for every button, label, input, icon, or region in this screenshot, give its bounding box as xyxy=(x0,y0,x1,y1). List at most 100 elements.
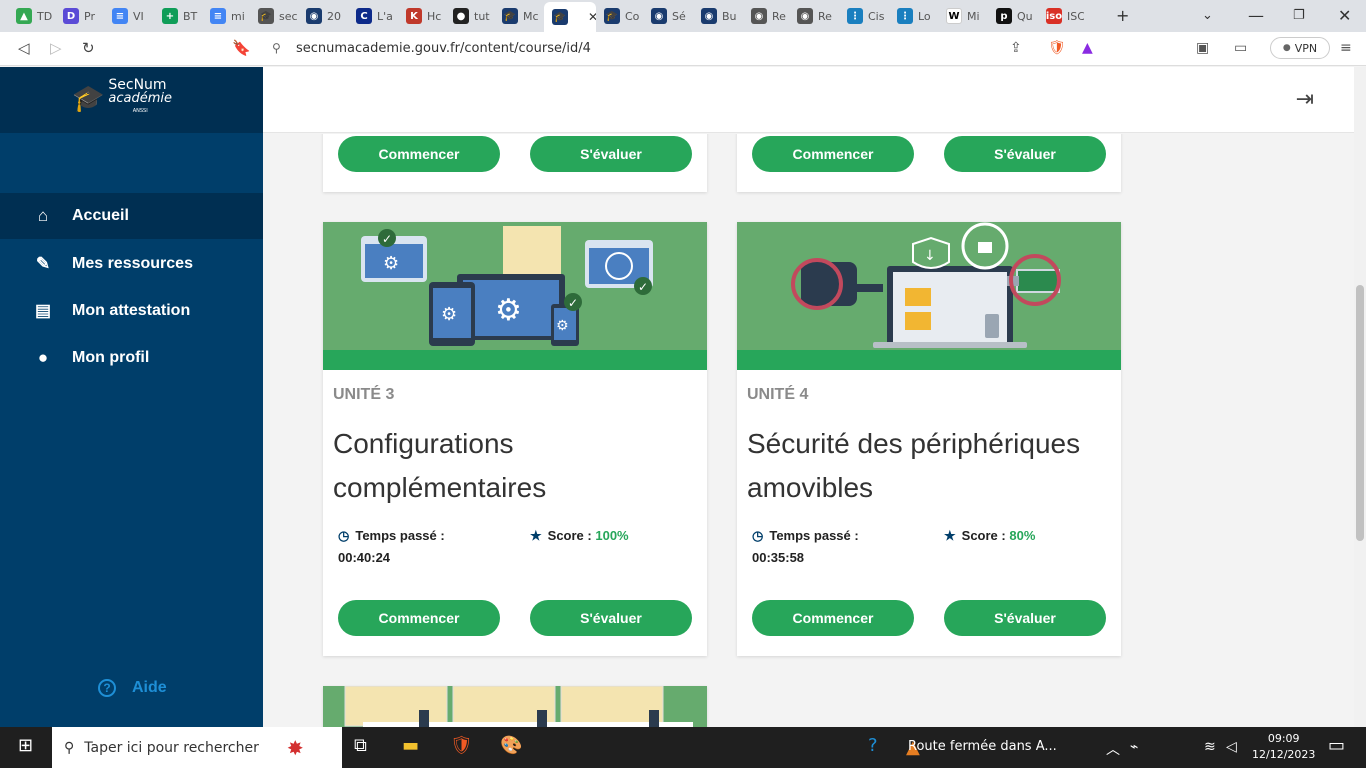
help-link[interactable]: ? Aide xyxy=(98,679,167,697)
forward-icon[interactable]: ▷ xyxy=(50,39,62,57)
browser-tab[interactable]: C L'a xyxy=(348,4,398,28)
tab-favicon-icon: ▲ xyxy=(16,8,32,24)
unit-illustration: ✓ ⚙ ⚙ ⚙ ⚙ ✓ ✓ xyxy=(323,222,707,350)
tab-label: Re xyxy=(818,9,832,23)
browser-tab[interactable]: 🎓 Mc xyxy=(494,4,544,28)
task-view-icon[interactable]: ⧉ xyxy=(354,735,367,756)
browser-tab[interactable]: + BT xyxy=(154,4,202,28)
start-button[interactable]: Commencer xyxy=(752,600,914,636)
browser-tab[interactable]: ◉ Sé xyxy=(643,4,693,28)
tab-label: Lo xyxy=(918,9,931,23)
url-field[interactable]: secnumacademie.gouv.fr/content/course/id… xyxy=(296,41,591,56)
notifications-icon[interactable]: ▭ xyxy=(1328,735,1345,756)
tab-favicon-icon: 🎓 xyxy=(552,9,568,25)
tab-list-chevron-icon[interactable]: ⌄ xyxy=(1202,8,1213,23)
secnum-logo[interactable]: 🎓 SecNum académie ANSSI xyxy=(72,78,172,118)
browser-tab[interactable]: ◉ 20 xyxy=(298,4,348,28)
svg-text:✓: ✓ xyxy=(568,296,578,310)
unit-illustration xyxy=(323,686,707,727)
tab-close-icon[interactable]: ✕ xyxy=(588,10,596,24)
taskbar-search[interactable]: ⚲ Taper ici pour rechercher ✸ xyxy=(52,727,342,768)
unit-card-1-partial: Commencer S'évaluer xyxy=(323,134,707,192)
reload-icon[interactable]: ↻ xyxy=(82,39,95,57)
start-button[interactable]: Commencer xyxy=(338,600,500,636)
unit-card-2-partial: Commencer S'évaluer xyxy=(737,134,1121,192)
browser-tab[interactable]: ◉ Re xyxy=(743,4,789,28)
unit-card-4[interactable]: ↓ UNITÉ 4 Sécurité des périphériques amo… xyxy=(737,222,1121,656)
tab-label: BT xyxy=(183,9,198,23)
wallet-icon[interactable]: ▭ xyxy=(1234,40,1247,56)
tab-label: Mc xyxy=(523,9,539,23)
system-clock[interactable]: 09:09 12/12/2023 xyxy=(1252,731,1315,763)
new-tab-button[interactable]: + xyxy=(1116,6,1129,25)
logout-icon[interactable]: ⇥ xyxy=(1296,87,1314,112)
vpn-button[interactable]: ● VPN xyxy=(1270,37,1330,59)
evaluate-button[interactable]: S'évaluer xyxy=(530,136,692,172)
sidebar-item-mon-profil[interactable]: ● Mon profil xyxy=(0,335,263,381)
volume-icon[interactable]: ◁ xyxy=(1226,739,1237,755)
unit-card-5-partial[interactable] xyxy=(323,686,707,727)
browser-tab[interactable]: p Qu xyxy=(988,4,1038,28)
chevron-up-icon[interactable]: ︿ xyxy=(1106,739,1120,759)
file-explorer-icon[interactable]: ▬ xyxy=(402,735,419,756)
brave-rewards-icon[interactable]: ▲ xyxy=(1082,40,1093,56)
browser-tab[interactable]: ⋮ Cis xyxy=(839,4,889,28)
network-icon[interactable]: ⌁ xyxy=(1130,739,1138,755)
browser-tab[interactable]: W Mi xyxy=(938,4,988,28)
browser-tab[interactable]: ◉ Bu xyxy=(693,4,743,28)
tab-label: Qu xyxy=(1017,9,1033,23)
unit-card-3[interactable]: ✓ ⚙ ⚙ ⚙ ⚙ ✓ ✓ UNITÉ 3 Configurations com… xyxy=(323,222,707,656)
browser-tab[interactable]: D Pr xyxy=(55,4,104,28)
windows-start-icon[interactable]: ⊞ xyxy=(18,735,33,756)
browser-tab[interactable]: ▲ TD xyxy=(8,4,55,28)
score-label: Score : xyxy=(961,528,1006,543)
sidebar-item-mon-attestation[interactable]: ▤ Mon attestation xyxy=(0,288,263,334)
start-button[interactable]: Commencer xyxy=(752,136,914,172)
sidebar-item-accueil[interactable]: ⌂ Accueil xyxy=(0,193,263,239)
brave-shield-icon[interactable]: 🛡 xyxy=(1048,40,1066,56)
close-window-button[interactable]: ✕ xyxy=(1338,6,1351,25)
brave-browser-icon[interactable]: 🛡 xyxy=(450,735,473,756)
progress-band xyxy=(323,350,707,370)
back-icon[interactable]: ◁ xyxy=(18,39,30,57)
evaluate-button[interactable]: S'évaluer xyxy=(530,600,692,636)
sidebar-header: 🎓 SecNum académie ANSSI xyxy=(0,67,263,133)
evaluate-button[interactable]: S'évaluer xyxy=(944,600,1106,636)
unit-title: Sécurité des périphériques amovibles xyxy=(747,428,1081,503)
browser-tab[interactable]: ◉ Re xyxy=(789,4,839,28)
browser-tab[interactable]: ≡ VI xyxy=(104,4,154,28)
wifi-icon[interactable]: ≋ xyxy=(1204,739,1216,755)
paint-icon[interactable]: 🎨 xyxy=(500,735,522,756)
tab-favicon-icon: 🎓 xyxy=(258,8,274,24)
scrollbar-thumb[interactable] xyxy=(1356,285,1364,541)
browser-tab[interactable]: ≡ mi xyxy=(202,4,250,28)
site-info-icon[interactable]: ⚲ xyxy=(272,41,281,55)
browser-tab[interactable]: ● tut xyxy=(445,4,494,28)
browser-tab[interactable]: ⋮ Lo xyxy=(889,4,938,28)
home-icon: ⌂ xyxy=(37,206,49,225)
menu-icon[interactable]: ≡ xyxy=(1340,40,1352,56)
bookmark-icon[interactable]: 🔖 xyxy=(232,39,251,57)
start-button[interactable]: Commencer xyxy=(338,136,500,172)
evaluate-button[interactable]: S'évaluer xyxy=(944,136,1106,172)
minimize-button[interactable]: — xyxy=(1248,6,1264,25)
browser-tab[interactable]: 🎓 ✕ xyxy=(544,2,596,32)
tab-label: Bu xyxy=(722,9,737,23)
time-label: Temps passé : xyxy=(769,528,859,543)
tab-favicon-icon: ◉ xyxy=(701,8,717,24)
tab-favicon-icon: W xyxy=(946,8,962,24)
time-value: 00:35:58 xyxy=(752,550,805,565)
time-label: Temps passé : xyxy=(355,528,445,543)
browser-tab[interactable]: K Hc xyxy=(398,4,445,28)
restore-button[interactable]: ❐ xyxy=(1293,8,1305,23)
browser-tab[interactable]: 🎓 sec xyxy=(250,4,298,28)
page-scrollbar[interactable] xyxy=(1354,67,1366,727)
sidebar-item-mes-ressources[interactable]: ✎ Mes ressources xyxy=(0,241,263,287)
search-icon: ⚲ xyxy=(64,739,75,756)
help-circle-icon[interactable]: ? xyxy=(868,735,878,756)
news-widget-text[interactable]: Route fermée dans A... xyxy=(908,739,1057,754)
sidebar-toggle-icon[interactable]: ▣ xyxy=(1196,40,1209,56)
browser-tab[interactable]: iso ISC xyxy=(1038,4,1084,28)
browser-tab[interactable]: 🎓 Co xyxy=(596,4,643,28)
share-icon[interactable]: ⇪ xyxy=(1010,40,1022,56)
